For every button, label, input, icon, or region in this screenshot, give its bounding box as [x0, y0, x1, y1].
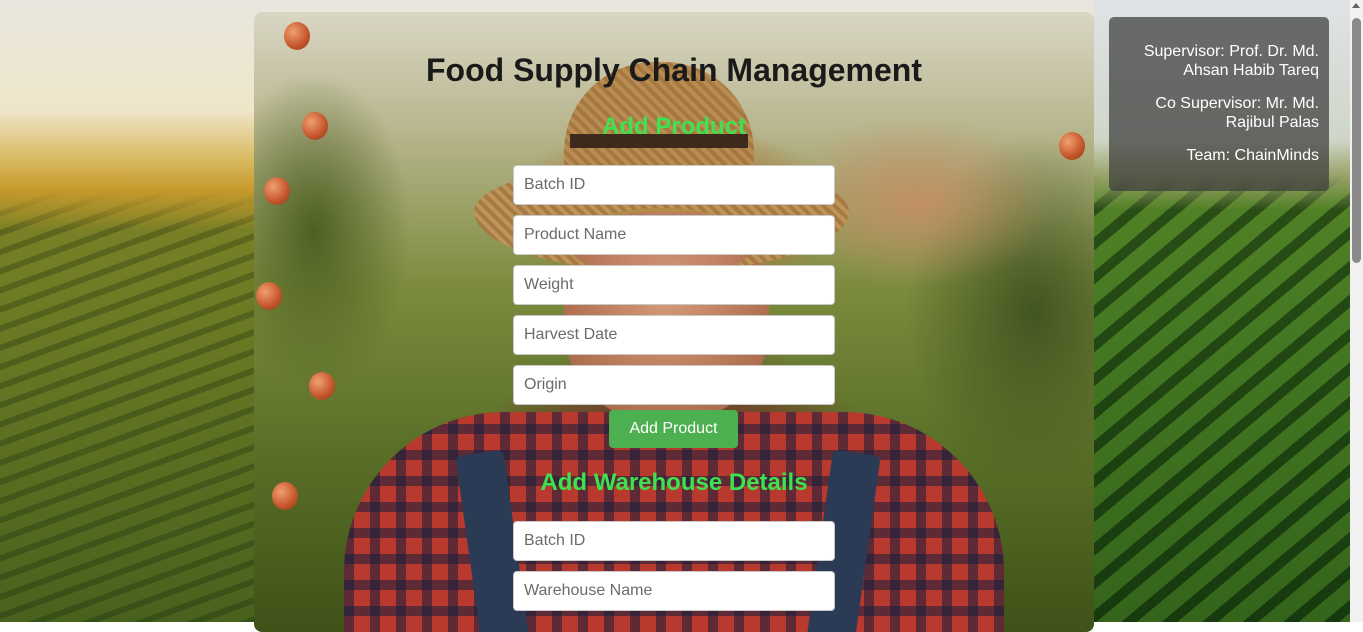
co-supervisor-text: Co Supervisor: Mr. Md. Rajibul Palas: [1155, 95, 1319, 131]
warehouse-batch-id-input[interactable]: [513, 521, 835, 561]
add-product-button[interactable]: Add Product: [609, 410, 738, 448]
batch-id-input[interactable]: [513, 165, 835, 205]
scroll-up-arrow-icon[interactable]: [1352, 3, 1360, 8]
page-title: Food Supply Chain Management: [425, 52, 922, 88]
origin-input[interactable]: [513, 365, 835, 405]
apple-decoration: [284, 22, 310, 50]
supervisor-text: Supervisor: Prof. Dr. Md. Ahsan Habib Ta…: [1143, 43, 1319, 79]
warehouse-name-input[interactable]: [513, 571, 835, 611]
main-card: Food Supply Chain Management Add Product…: [254, 12, 1094, 632]
weight-input[interactable]: [513, 265, 835, 305]
product-name-input[interactable]: [513, 215, 835, 255]
harvest-date-input[interactable]: [513, 315, 835, 355]
apple-decoration: [256, 282, 282, 310]
scrollbar-thumb[interactable]: [1352, 18, 1361, 263]
team-text: Team: ChainMinds: [1186, 147, 1320, 164]
add-product-heading: Add Product: [602, 113, 746, 140]
apple-decoration: [264, 177, 290, 205]
project-info-panel: Supervisor: Prof. Dr. Md. Ahsan Habib Ta…: [1109, 17, 1329, 191]
add-warehouse-heading: Add Warehouse Details: [540, 469, 808, 496]
apple-decoration: [309, 372, 335, 400]
